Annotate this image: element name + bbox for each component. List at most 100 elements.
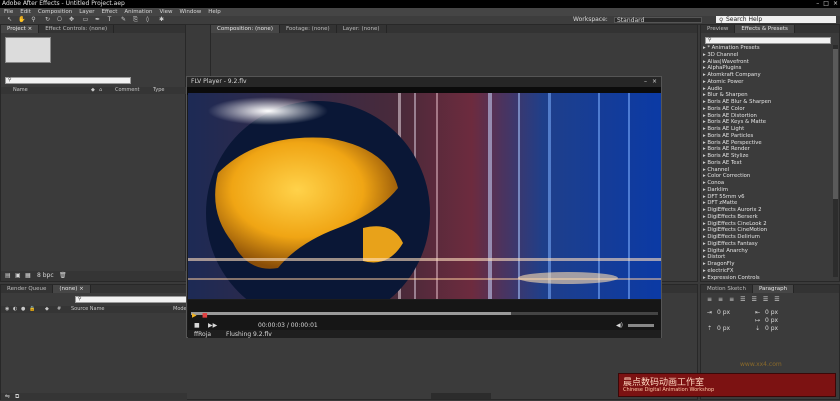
timeline-zoom-slider[interactable] [431, 393, 491, 399]
list-item[interactable]: Boris AE Blur & Sharpen [703, 99, 827, 106]
list-item[interactable]: Boris AE Distortion [703, 113, 827, 120]
column-comment[interactable]: Comment [115, 87, 140, 94]
rotate-tool-icon[interactable]: ↻ [44, 17, 51, 23]
list-item[interactable]: AlphaPlugins [703, 65, 827, 72]
label-icon[interactable]: ◆ [45, 306, 49, 313]
menu-file[interactable]: File [4, 8, 13, 16]
new-composition-icon[interactable]: ▦ [25, 272, 31, 279]
list-item[interactable]: Digital Anarchy [703, 248, 827, 255]
list-item[interactable]: DigiEffects Aurorix 2 [703, 207, 827, 214]
timeline-search-input[interactable]: ⚲ [75, 296, 187, 303]
rectangle-tool-icon[interactable]: ▭ [82, 17, 89, 23]
minimize-icon[interactable]: – [644, 77, 647, 87]
volume-slider[interactable] [628, 324, 654, 327]
list-item[interactable]: Boris AE Text [703, 160, 827, 167]
list-item[interactable]: DigiEffects Delirium [703, 234, 827, 241]
menu-composition[interactable]: Composition [38, 8, 72, 16]
tab-timeline-none[interactable]: (none) × [53, 285, 91, 293]
project-bpc[interactable]: 8 bpc [37, 272, 54, 279]
tab-footage[interactable]: Footage: (none) [280, 25, 337, 33]
list-item[interactable]: Expression Controls [703, 275, 827, 282]
audio-switch-icon[interactable]: ◐ [13, 306, 17, 313]
clone-stamp-tool-icon[interactable]: ⎘ [132, 17, 139, 23]
list-item[interactable]: Blur & Sharpen [703, 92, 827, 99]
tag-icon[interactable]: ⌂ [99, 87, 102, 94]
record-icon[interactable]: ■ [202, 312, 208, 319]
list-item[interactable]: Audio [703, 86, 827, 93]
list-item[interactable]: DigiEffects Berserk [703, 214, 827, 221]
menu-help[interactable]: Help [208, 8, 221, 16]
label-icon[interactable]: ◆ [91, 87, 95, 94]
list-item[interactable]: Darklim [703, 187, 827, 194]
seek-bar[interactable] [191, 312, 658, 315]
indent-left-field[interactable]: 0 px [717, 309, 730, 316]
tab-paragraph[interactable]: Paragraph [752, 285, 795, 293]
hand-tool-icon[interactable]: ✋ [18, 17, 25, 23]
list-item[interactable]: Alias|Wavefront [703, 59, 827, 66]
menu-layer[interactable]: Layer [79, 8, 94, 16]
list-item[interactable]: DFT 55mm v6 [703, 194, 827, 201]
column-source-name[interactable]: Source Name [71, 306, 105, 313]
space-before-field[interactable]: 0 px [717, 325, 730, 332]
list-item[interactable]: 3D Channel [703, 52, 827, 59]
list-item[interactable]: DigiEffects Fantasy [703, 241, 827, 248]
close-icon[interactable]: × [652, 77, 657, 87]
align-right-icon[interactable]: ≡ [729, 296, 734, 303]
list-item[interactable]: Conoa [703, 180, 827, 187]
interpret-footage-icon[interactable]: ▤ [5, 272, 11, 279]
type-tool-icon[interactable]: T [106, 17, 113, 23]
column-mode[interactable]: Mode [173, 306, 187, 313]
trash-icon[interactable]: 🗑 [59, 272, 67, 279]
tab-preview[interactable]: Preview [701, 25, 736, 33]
brush-tool-icon[interactable]: ✎ [120, 17, 127, 23]
workspace-select[interactable]: Standard [614, 17, 702, 24]
align-left-icon[interactable]: ≡ [707, 296, 712, 303]
menu-view[interactable]: View [159, 8, 172, 16]
justify-right-icon[interactable]: ☰ [763, 296, 768, 303]
justify-center-icon[interactable]: ☰ [751, 296, 756, 303]
camera-tool-icon[interactable]: ⎔ [56, 17, 63, 23]
list-item[interactable]: Boris AE Keys & Matte [703, 119, 827, 126]
tab-effects-presets[interactable]: Effects & Presets [735, 25, 795, 33]
list-item[interactable]: * Animation Presets [703, 45, 827, 52]
step-icon[interactable]: ▶▶ [208, 322, 217, 329]
menu-effect[interactable]: Effect [102, 8, 118, 16]
effects-scrollbar[interactable] [833, 45, 838, 277]
tab-effect-controls[interactable]: Effect Controls: (none) [39, 25, 115, 33]
list-item[interactable]: Boris AE Light [703, 126, 827, 133]
project-search-input[interactable]: ⚲ [5, 77, 131, 84]
search-help-input[interactable]: Search Help [716, 16, 836, 23]
play-icon[interactable]: ▶ [192, 312, 197, 319]
toggle-switches-icon[interactable]: ⇋ [5, 393, 10, 400]
list-item[interactable]: Boris AE Render [703, 146, 827, 153]
maximize-icon[interactable]: □ [823, 0, 829, 8]
list-item[interactable]: Boris AE Perspective [703, 140, 827, 147]
new-folder-icon[interactable]: ▣ [15, 272, 21, 279]
tab-composition[interactable]: Composition: (none) [211, 25, 280, 33]
tab-render-queue[interactable]: Render Queue [1, 285, 54, 293]
list-item[interactable]: DigiEffects CineMotion [703, 227, 827, 234]
list-item[interactable]: Boris AE Particles [703, 133, 827, 140]
tab-motion-sketch[interactable]: Motion Sketch [701, 285, 753, 293]
volume-icon[interactable]: ◀) [616, 322, 623, 329]
menu-window[interactable]: Window [180, 8, 202, 16]
effects-search-input[interactable]: ⚲ [705, 37, 831, 44]
column-type[interactable]: Type [153, 87, 164, 94]
zoom-tool-icon[interactable]: ⚲ [30, 17, 37, 23]
list-item[interactable]: Color Correction [703, 173, 827, 180]
column-name[interactable]: Name [13, 87, 28, 94]
tab-layer[interactable]: Layer: (none) [337, 25, 387, 33]
tab-project[interactable]: Project × [1, 25, 40, 33]
list-item[interactable]: Boris AE Color [703, 106, 827, 113]
align-center-icon[interactable]: ≡ [718, 296, 723, 303]
menu-edit[interactable]: Edit [20, 8, 31, 16]
puppet-tool-icon[interactable]: ✱ [158, 17, 165, 23]
effects-scrollbar-thumb[interactable] [833, 49, 838, 199]
space-after-field[interactable]: 0 px [765, 325, 778, 332]
list-item[interactable]: Boris AE Stylize [703, 153, 827, 160]
minimize-icon[interactable]: – [816, 0, 819, 8]
indent-right-field[interactable]: 0 px [765, 309, 778, 316]
close-icon[interactable]: × [833, 0, 838, 8]
eraser-tool-icon[interactable]: ◊ [144, 17, 151, 23]
justify-all-icon[interactable]: ☰ [774, 296, 779, 303]
